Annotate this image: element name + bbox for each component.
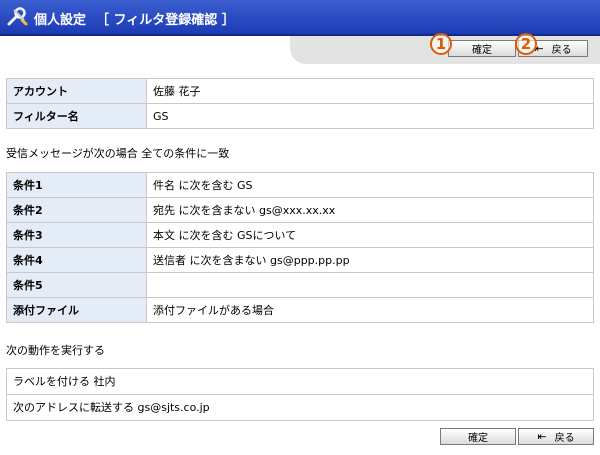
condition-intro: 受信メッセージが次の場合 全ての条件に一致 bbox=[6, 147, 230, 160]
confirm-label: 確定 bbox=[468, 433, 488, 444]
confirm-label: 確定 bbox=[472, 45, 492, 56]
attachment-value: 添付ファイルがある場合 bbox=[146, 297, 594, 323]
marker-2: 2 bbox=[515, 33, 537, 55]
table-row: アカウント 佐藤 花子 bbox=[6, 78, 594, 104]
condition-2-value: 宛先 に次を含まない gs@xxx.xx.xx bbox=[146, 197, 594, 223]
condition-4-label: 条件4 bbox=[6, 247, 147, 273]
condition-3-label: 条件3 bbox=[6, 222, 147, 248]
table-row: 添付ファイル 添付ファイルがある場合 bbox=[6, 297, 594, 323]
table-row: 条件3 本文 に次を含む GSについて bbox=[6, 222, 594, 248]
back-arrow-icon: ⇤ bbox=[537, 430, 547, 443]
confirm-button-bottom[interactable]: 確定 bbox=[440, 428, 516, 445]
condition-2-label: 条件2 bbox=[6, 197, 147, 223]
account-table: アカウント 佐藤 花子 フィルター名 GS bbox=[6, 78, 594, 129]
account-value: 佐藤 花子 bbox=[146, 78, 594, 104]
title-main: 個人設定 bbox=[34, 13, 87, 28]
action-intro: 次の動作を実行する bbox=[6, 344, 105, 357]
table-row: 条件4 送信者 に次を含まない gs@ppp.pp.pp bbox=[6, 247, 594, 273]
filter-name-label: フィルター名 bbox=[6, 103, 147, 129]
table-row: フィルター名 GS bbox=[6, 103, 594, 129]
marker-1: 1 bbox=[430, 33, 452, 55]
condition-3-value: 本文 に次を含む GSについて bbox=[146, 222, 594, 248]
attachment-label: 添付ファイル bbox=[6, 297, 147, 323]
condition-5-value bbox=[146, 272, 594, 298]
table-row: 条件1 件名 に次を含む GS bbox=[6, 172, 594, 198]
list-item: 次のアドレスに転送する gs@sjts.co.jp bbox=[13, 401, 210, 414]
condition-5-label: 条件5 bbox=[6, 272, 147, 298]
table-row: 条件5 bbox=[6, 272, 594, 298]
title-sub: ［ フィルタ登録確認 ］ bbox=[96, 13, 235, 28]
condition-4-value: 送信者 に次を含まない gs@ppp.pp.pp bbox=[146, 247, 594, 273]
confirm-button-top[interactable]: 確定 bbox=[448, 40, 516, 57]
table-row: 条件2 宛先 に次を含まない gs@xxx.xx.xx bbox=[6, 197, 594, 223]
actions-list: ラベルを付ける 社内 次のアドレスに転送する gs@sjts.co.jp bbox=[6, 368, 594, 421]
back-label: 戻る bbox=[551, 45, 572, 56]
account-label: アカウント bbox=[6, 78, 147, 104]
conditions-table: 条件1 件名 に次を含む GS 条件2 宛先 に次を含まない gs@xxx.xx… bbox=[6, 172, 594, 323]
back-label: 戻る bbox=[554, 433, 575, 444]
list-item: ラベルを付ける 社内 bbox=[7, 369, 593, 395]
tools-icon bbox=[7, 7, 28, 26]
condition-1-label: 条件1 bbox=[6, 172, 147, 198]
condition-1-value: 件名 に次を含む GS bbox=[146, 172, 594, 198]
page-header: 個人設定 ［ フィルタ登録確認 ］ bbox=[0, 0, 600, 36]
filter-name-value: GS bbox=[146, 103, 594, 129]
back-button-bottom[interactable]: ⇤ 戻る bbox=[518, 428, 594, 445]
page-title: 個人設定 ［ フィルタ登録確認 ］ bbox=[34, 9, 235, 28]
